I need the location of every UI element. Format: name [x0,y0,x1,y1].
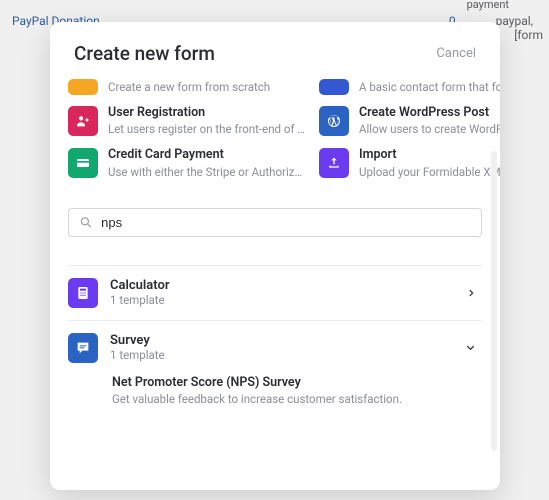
template-desc: A basic contact form that for any Wor… [359,79,500,95]
search-input[interactable] [101,215,471,230]
template-wordpress-post[interactable]: Create WordPress Post Allow users to cre… [319,105,500,137]
template-user-registration[interactable]: User Registration Let users register on … [68,105,305,137]
sub-template-title: Net Promoter Score (NPS) Survey [112,375,482,390]
category-sub: 1 template [110,348,453,362]
bg-row-tag: paypal, [496,14,537,28]
chevron-down-icon [465,339,482,357]
search-icon [79,215,93,230]
scrollbar[interactable] [491,151,497,451]
sub-template-desc: Get valuable feedback to increase custom… [112,392,482,406]
upload-icon [319,148,349,178]
cancel-button[interactable]: Cancel [436,46,476,61]
template-title: Import [359,147,500,163]
template-title: User Registration [108,105,305,121]
template-desc: Upload your Formidable XML or CSV … [359,164,500,180]
template-desc: Create a new form from scratch [108,79,305,95]
modal-body: Create a new form from scratch A basic c… [50,79,500,490]
category-survey[interactable]: Survey 1 template [68,320,482,375]
modal-title: Create new form [74,42,215,65]
category-title: Survey [110,333,453,348]
contact-icon [319,79,349,95]
search-input-wrap[interactable] [68,208,482,237]
create-form-modal: Create new form Cancel Create a new form… [50,22,500,490]
category-title: Calculator [110,278,454,293]
category-calculator[interactable]: Calculator 1 template [68,265,482,320]
bg-form-label: [form [514,28,543,42]
template-title: Create WordPress Post [359,105,500,121]
calculator-icon [68,278,98,308]
template-credit-card[interactable]: Credit Card Payment Use with either the … [68,147,305,179]
chevron-right-icon [466,284,482,302]
credit-card-icon [68,148,98,178]
template-grid: Create a new form from scratch A basic c… [68,79,482,180]
template-desc: Let users register on the front-end of … [108,121,305,137]
wordpress-icon [319,106,349,136]
template-blank[interactable]: Create a new form from scratch [68,79,305,95]
template-title: Credit Card Payment [108,147,305,163]
user-plus-icon [68,106,98,136]
chat-icon [68,333,98,363]
template-import[interactable]: Import Upload your Formidable XML or CSV… [319,147,500,179]
template-contact[interactable]: A basic contact form that for any Wor… [319,79,500,95]
template-nps-survey[interactable]: Net Promoter Score (NPS) Survey Get valu… [68,375,482,420]
template-desc: Use with either the Stripe or Authoriz… [108,164,305,180]
template-desc: Allow users to create WordPress post… [359,121,500,137]
blank-icon [68,79,98,95]
modal-header: Create new form Cancel [50,22,500,79]
category-sub: 1 template [110,293,454,307]
